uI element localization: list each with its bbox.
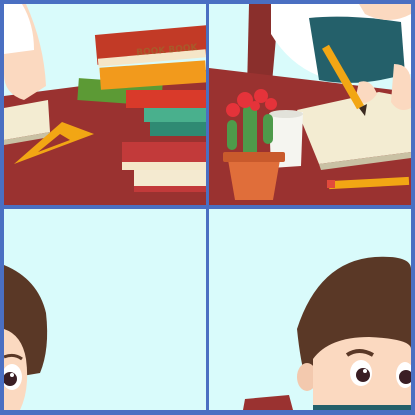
boy-face-peeking-illustration bbox=[209, 209, 411, 410]
books-ruler-illustration: BOOK BOOK bbox=[4, 4, 206, 205]
puzzle-board: BOOK BOOK bbox=[0, 0, 415, 415]
puzzle-tile-0[interactable]: BOOK BOOK bbox=[4, 4, 206, 205]
puzzle-tile-3[interactable] bbox=[209, 209, 411, 410]
puzzle-tile-2[interactable] bbox=[4, 209, 206, 410]
puzzle-tile-1[interactable] bbox=[209, 4, 411, 205]
writing-cactus-illustration bbox=[209, 4, 411, 205]
boy-face-edge-illustration bbox=[4, 209, 206, 410]
